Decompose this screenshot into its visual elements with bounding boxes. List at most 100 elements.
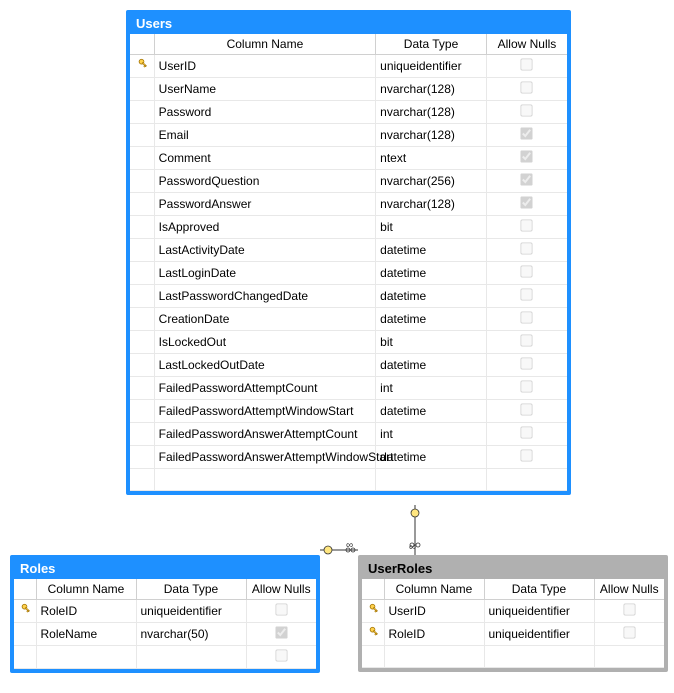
table-row[interactable]: RoleNamenvarchar(50)	[14, 623, 316, 646]
table-row[interactable]: FailedPasswordAnswerAttemptWindowStartda…	[130, 446, 567, 469]
column-name-cell[interactable]: FailedPasswordAttemptWindowStart	[154, 400, 376, 423]
data-type-cell[interactable]: bit	[376, 216, 487, 239]
allow-nulls-cell[interactable]	[486, 262, 567, 285]
allow-nulls-checkbox[interactable]	[521, 104, 533, 116]
allow-nulls-checkbox[interactable]	[521, 380, 533, 392]
allow-nulls-checkbox[interactable]	[275, 649, 287, 661]
data-type-cell[interactable]: nvarchar(50)	[136, 623, 246, 646]
data-type-cell[interactable]: nvarchar(128)	[376, 78, 487, 101]
table-row[interactable]: Commentntext	[130, 147, 567, 170]
allow-nulls-checkbox[interactable]	[275, 626, 287, 638]
allow-nulls-cell[interactable]	[486, 216, 567, 239]
table-row[interactable]: LastPasswordChangedDatedatetime	[130, 285, 567, 308]
column-name-cell[interactable]: LastLockedOutDate	[154, 354, 376, 377]
allow-nulls-cell[interactable]	[486, 193, 567, 216]
data-type-cell[interactable]: datetime	[376, 308, 487, 331]
table-row[interactable]: FailedPasswordAttemptWindowStartdatetime	[130, 400, 567, 423]
column-name-cell[interactable]: FailedPasswordAttemptCount	[154, 377, 376, 400]
table-roles[interactable]: Roles Column Name Data Type Allow Nulls …	[10, 555, 320, 673]
allow-nulls-cell[interactable]	[486, 147, 567, 170]
allow-nulls-cell[interactable]	[486, 101, 567, 124]
allow-nulls-cell[interactable]	[594, 600, 664, 623]
table-row[interactable]: UserNamenvarchar(128)	[130, 78, 567, 101]
table-row[interactable]: Passwordnvarchar(128)	[130, 101, 567, 124]
table-users[interactable]: Users Column Name Data Type Allow Nulls …	[126, 10, 571, 495]
allow-nulls-cell[interactable]	[486, 400, 567, 423]
allow-nulls-cell[interactable]	[486, 239, 567, 262]
data-type-cell[interactable]: datetime	[376, 400, 487, 423]
table-row[interactable]: RoleIDuniqueidentifier	[362, 623, 664, 646]
allow-nulls-checkbox[interactable]	[521, 150, 533, 162]
allow-nulls-cell[interactable]	[246, 600, 316, 623]
column-name-cell[interactable]: RoleID	[384, 623, 484, 646]
table-row-empty[interactable]	[362, 646, 664, 668]
allow-nulls-checkbox[interactable]	[521, 311, 533, 323]
column-name-cell[interactable]: Comment	[154, 147, 376, 170]
table-row[interactable]: LastLoginDatedatetime	[130, 262, 567, 285]
column-name-cell[interactable]: UserID	[154, 55, 376, 78]
allow-nulls-cell[interactable]	[486, 331, 567, 354]
data-type-cell[interactable]: uniqueidentifier	[376, 55, 487, 78]
table-row[interactable]: RoleIDuniqueidentifier	[14, 600, 316, 623]
table-row[interactable]: LastLockedOutDatedatetime	[130, 354, 567, 377]
column-name-cell[interactable]: PasswordQuestion	[154, 170, 376, 193]
data-type-cell[interactable]: nvarchar(128)	[376, 193, 487, 216]
data-type-cell[interactable]: nvarchar(128)	[376, 124, 487, 147]
allow-nulls-cell[interactable]	[486, 446, 567, 469]
allow-nulls-cell[interactable]	[594, 623, 664, 646]
table-row[interactable]: PasswordAnswernvarchar(128)	[130, 193, 567, 216]
data-type-cell[interactable]: int	[376, 423, 487, 446]
table-row[interactable]: IsApprovedbit	[130, 216, 567, 239]
allow-nulls-cell[interactable]	[486, 354, 567, 377]
column-name-cell[interactable]: Email	[154, 124, 376, 147]
table-row-empty[interactable]	[14, 646, 316, 669]
data-type-cell[interactable]: uniqueidentifier	[484, 600, 594, 623]
column-name-cell[interactable]: RoleID	[36, 600, 136, 623]
column-name-cell[interactable]: Password	[154, 101, 376, 124]
allow-nulls-cell[interactable]	[486, 423, 567, 446]
data-type-cell[interactable]: datetime	[376, 262, 487, 285]
column-name-cell[interactable]: FailedPasswordAnswerAttemptCount	[154, 423, 376, 446]
data-type-cell[interactable]: nvarchar(256)	[376, 170, 487, 193]
table-row-empty[interactable]	[130, 469, 567, 491]
column-name-cell[interactable]: UserID	[384, 600, 484, 623]
data-type-cell[interactable]: uniqueidentifier	[136, 600, 246, 623]
allow-nulls-cell[interactable]	[486, 308, 567, 331]
allow-nulls-checkbox[interactable]	[521, 173, 533, 185]
allow-nulls-cell[interactable]	[246, 623, 316, 646]
allow-nulls-checkbox[interactable]	[623, 603, 635, 615]
column-name-cell[interactable]: LastActivityDate	[154, 239, 376, 262]
table-row[interactable]: LastActivityDatedatetime	[130, 239, 567, 262]
table-row[interactable]: Emailnvarchar(128)	[130, 124, 567, 147]
allow-nulls-checkbox[interactable]	[521, 334, 533, 346]
table-row[interactable]: CreationDatedatetime	[130, 308, 567, 331]
allow-nulls-checkbox[interactable]	[521, 242, 533, 254]
data-type-cell[interactable]: bit	[376, 331, 487, 354]
allow-nulls-cell[interactable]	[486, 377, 567, 400]
allow-nulls-checkbox[interactable]	[521, 81, 533, 93]
allow-nulls-checkbox[interactable]	[521, 265, 533, 277]
allow-nulls-cell[interactable]	[486, 78, 567, 101]
column-name-cell[interactable]: IsApproved	[154, 216, 376, 239]
allow-nulls-checkbox[interactable]	[521, 288, 533, 300]
table-userroles[interactable]: UserRoles Column Name Data Type Allow Nu…	[358, 555, 668, 672]
column-name-cell[interactable]: FailedPasswordAnswerAttemptWindowStart	[154, 446, 376, 469]
table-row[interactable]: PasswordQuestionnvarchar(256)	[130, 170, 567, 193]
allow-nulls-checkbox[interactable]	[521, 219, 533, 231]
data-type-cell[interactable]: nvarchar(128)	[376, 101, 487, 124]
column-name-cell[interactable]: UserName	[154, 78, 376, 101]
allow-nulls-cell[interactable]	[486, 55, 567, 78]
table-row[interactable]: UserIDuniqueidentifier	[130, 55, 567, 78]
table-row[interactable]: UserIDuniqueidentifier	[362, 600, 664, 623]
allow-nulls-checkbox[interactable]	[521, 449, 533, 461]
data-type-cell[interactable]: int	[376, 377, 487, 400]
data-type-cell[interactable]: uniqueidentifier	[484, 623, 594, 646]
table-row[interactable]: FailedPasswordAttemptCountint	[130, 377, 567, 400]
allow-nulls-checkbox[interactable]	[521, 58, 533, 70]
data-type-cell[interactable]: datetime	[376, 354, 487, 377]
data-type-cell[interactable]: datetime	[376, 285, 487, 308]
allow-nulls-checkbox[interactable]	[275, 603, 287, 615]
allow-nulls-cell[interactable]	[486, 124, 567, 147]
allow-nulls-cell[interactable]	[486, 170, 567, 193]
allow-nulls-checkbox[interactable]	[521, 426, 533, 438]
